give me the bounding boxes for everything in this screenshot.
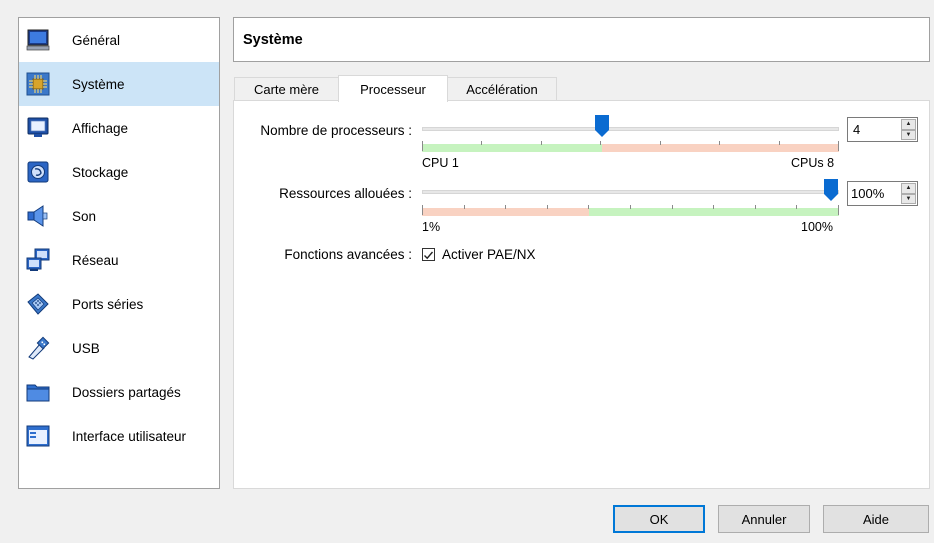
sidebar-item-serial-ports[interactable]: Ports séries	[19, 282, 219, 326]
cpu-count-spinbox[interactable]: 4 ▲ ▼	[847, 117, 918, 142]
chip-icon	[26, 72, 50, 96]
sidebar-item-label: Réseau	[72, 252, 119, 268]
spin-down-icon[interactable]: ▼	[901, 129, 916, 140]
help-button-label: Aide	[862, 511, 890, 527]
scale-tick	[630, 205, 631, 209]
scale-tick	[719, 141, 720, 145]
sidebar-item-display[interactable]: Affichage	[19, 106, 219, 150]
execution-cap-min-label: 1%	[422, 220, 441, 234]
sidebar-item-label: Ports séries	[72, 296, 144, 312]
sidebar-item-label: Son	[72, 208, 97, 224]
execution-cap-value[interactable]: 100%	[848, 186, 901, 201]
sidebar-item-user-interface[interactable]: Interface utilisateur	[19, 414, 219, 458]
sidebar-item-network[interactable]: Réseau	[19, 238, 219, 282]
sidebar-item-label: Interface utilisateur	[72, 428, 187, 444]
tab-label: Processeur	[360, 81, 426, 97]
spin-up-icon[interactable]: ▲	[901, 183, 916, 194]
cpu-count-slider-track[interactable]	[422, 127, 839, 131]
tab-motherboard[interactable]: Carte mère	[234, 77, 339, 101]
scale-zone	[422, 144, 602, 152]
scale-tick	[672, 205, 673, 209]
folder-icon	[26, 384, 50, 402]
display-icon	[27, 117, 49, 137]
scale-zone	[589, 208, 839, 216]
sidebar-item-label: USB	[72, 340, 100, 356]
scale-tick	[422, 141, 423, 151]
execution-cap-label: Ressources allouées :	[279, 186, 412, 201]
usb-icon	[28, 336, 50, 360]
ok-button[interactable]: OK	[613, 505, 705, 533]
scale-tick	[838, 205, 839, 215]
scale-tick	[713, 205, 714, 209]
cpu-count-min-label: CPU 1	[422, 156, 459, 170]
help-button[interactable]: Aide	[823, 505, 929, 533]
scale-tick	[838, 141, 839, 151]
tab-acceleration[interactable]: Accélération	[447, 77, 557, 101]
cpu-count-value[interactable]: 4	[848, 122, 901, 137]
tab-processor[interactable]: Processeur	[338, 75, 448, 102]
execution-cap-max-label: 100%	[801, 220, 833, 234]
sidebar-item-general[interactable]: Général	[19, 18, 219, 62]
sidebar-item-label: Stockage	[72, 164, 129, 180]
scale-zone	[602, 144, 839, 152]
sidebar-item-shared-folders[interactable]: Dossiers partagés	[19, 370, 219, 414]
pae-nx-checkbox[interactable]	[422, 248, 435, 261]
scale-tick	[481, 141, 482, 145]
network-icon	[26, 248, 50, 271]
cpu-count-slider-thumb[interactable]	[595, 115, 609, 137]
cpu-count-max-label: CPUs 8	[791, 156, 835, 170]
processor-panel: Nombre de processeurs : CPU 1 CPUs 8 4 ▲…	[233, 100, 930, 489]
scale-tick	[600, 141, 601, 145]
scale-tick	[464, 205, 465, 209]
sidebar-item-label: Général	[72, 32, 121, 48]
settings-category-list[interactable]: Général Système Affichage Stockage Son R…	[18, 17, 220, 489]
tab-label: Accélération	[466, 82, 538, 97]
scale-tick	[541, 141, 542, 145]
scale-tick	[505, 205, 506, 209]
pae-nx-checkbox-label[interactable]: Activer PAE/NX	[442, 247, 536, 262]
execution-cap-slider-thumb[interactable]	[824, 179, 838, 201]
sidebar-item-audio[interactable]: Son	[19, 194, 219, 238]
sidebar-item-label: Système	[72, 76, 125, 92]
spin-up-icon[interactable]: ▲	[901, 119, 916, 130]
scale-zone	[422, 208, 589, 216]
serial-port-icon	[27, 293, 49, 315]
ok-button-label: OK	[649, 511, 669, 527]
scale-tick	[660, 141, 661, 145]
sidebar-item-label: Dossiers partagés	[72, 384, 181, 400]
scale-tick	[547, 205, 548, 209]
execution-cap-slider-track[interactable]	[422, 190, 839, 194]
execution-cap-spinbox[interactable]: 100% ▲ ▼	[847, 181, 918, 206]
scale-tick	[796, 205, 797, 209]
checkmark-icon	[424, 251, 434, 260]
execution-cap-spin-buttons: ▲ ▼	[901, 183, 916, 204]
sidebar-item-system[interactable]: Système	[19, 62, 219, 106]
scale-tick	[422, 205, 423, 215]
sidebar-item-usb[interactable]: USB	[19, 326, 219, 370]
scale-tick	[755, 205, 756, 209]
tab-label: Carte mère	[253, 82, 320, 97]
window-icon	[26, 425, 50, 447]
sidebar-item-label: Affichage	[72, 120, 129, 136]
disk-icon	[27, 161, 49, 183]
spin-down-icon[interactable]: ▼	[901, 193, 916, 204]
sidebar-item-storage[interactable]: Stockage	[19, 150, 219, 194]
page-title: Système	[243, 31, 303, 48]
cpu-count-label: Nombre de processeurs :	[260, 123, 412, 138]
cpu-count-spin-buttons: ▲ ▼	[901, 119, 916, 140]
page-title-box: Système	[233, 17, 930, 62]
speaker-icon	[27, 205, 48, 227]
cancel-button-label: Annuler	[741, 511, 787, 527]
scale-tick	[588, 205, 589, 209]
extended-features-label: Fonctions avancées :	[284, 247, 412, 262]
monitor-icon	[26, 29, 50, 51]
cancel-button[interactable]: Annuler	[718, 505, 810, 533]
scale-tick	[779, 141, 780, 145]
